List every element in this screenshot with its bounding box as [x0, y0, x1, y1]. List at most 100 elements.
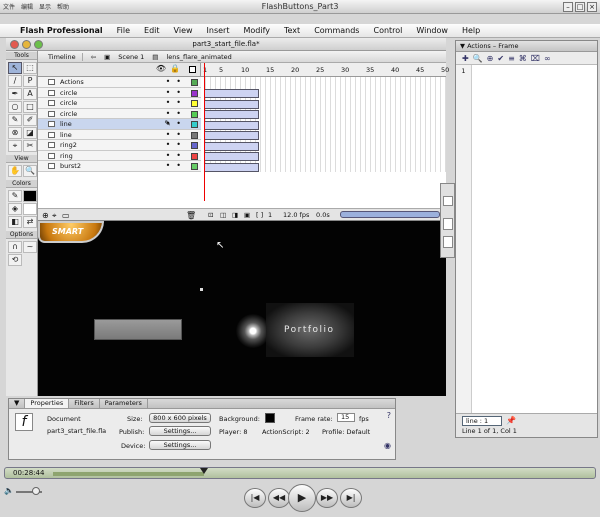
tween-span[interactable]: [204, 110, 259, 119]
tween-span[interactable]: [204, 163, 259, 172]
layer-toggle-dots[interactable]: ••: [166, 140, 187, 150]
close-button[interactable]: ×: [587, 2, 597, 12]
portfolio-button[interactable]: Portfolio: [266, 303, 354, 357]
tween-span[interactable]: [204, 89, 259, 98]
next-button[interactable]: ▶|: [340, 488, 362, 508]
default-colors-icon[interactable]: ◧: [8, 216, 22, 228]
panel-tab[interactable]: [443, 236, 453, 248]
layer-color-swatch[interactable]: [191, 110, 198, 118]
check-syntax-icon[interactable]: ✔: [497, 54, 504, 63]
brush-tool-icon[interactable]: ✐: [23, 114, 37, 126]
collapsed-panel[interactable]: [440, 183, 455, 258]
size-button[interactable]: 800 x 600 pixels: [149, 413, 211, 423]
stroke-swatch[interactable]: [23, 190, 37, 202]
outline-icon[interactable]: [189, 66, 196, 73]
device-settings-button[interactable]: Settings...: [149, 440, 211, 450]
menu-control[interactable]: Control: [373, 26, 402, 35]
script-assist-icon[interactable]: ∞: [544, 54, 551, 63]
actions-header[interactable]: ▼ Actions – Frame: [456, 41, 597, 52]
playback-head[interactable]: [200, 468, 209, 474]
layer-color-swatch[interactable]: [191, 131, 198, 139]
layer-toggle-dots[interactable]: ••: [166, 88, 187, 98]
hand-tool-icon[interactable]: ✋: [8, 165, 22, 177]
menu-file[interactable]: File: [117, 26, 130, 35]
layer-toggle-dots[interactable]: ••: [166, 161, 187, 171]
gray-button-shape[interactable]: [94, 319, 182, 340]
layer-color-swatch[interactable]: [191, 121, 198, 128]
layer-color-swatch[interactable]: [191, 89, 198, 97]
layer-toggle-dots[interactable]: ••: [166, 130, 187, 140]
smooth-icon[interactable]: ~: [23, 241, 37, 253]
layer-row[interactable]: burst2 ••: [38, 161, 201, 172]
add-layer-icon[interactable]: ⊕: [42, 211, 49, 220]
script-tab[interactable]: line : 1: [462, 416, 502, 426]
lock-icon[interactable]: 🔒: [170, 64, 180, 73]
layer-toggle-dots[interactable]: ••: [166, 77, 187, 87]
text-tool-icon[interactable]: A: [23, 88, 37, 100]
edit-multiple-icon[interactable]: ▣: [244, 211, 250, 219]
layer-row[interactable]: Actions ••: [38, 77, 201, 88]
menu-insert[interactable]: Insert: [207, 26, 230, 35]
lens-flare[interactable]: [236, 314, 270, 348]
layer-row[interactable]: ring ••: [38, 150, 201, 161]
breadcrumb-symbol[interactable]: lens_flare_animated: [166, 53, 231, 61]
expand-icon[interactable]: ◉: [384, 441, 391, 450]
frame-grid[interactable]: [201, 77, 446, 172]
player-scrub-bar[interactable]: 00:28:44: [4, 467, 596, 479]
eye-icon[interactable]: 👁: [156, 64, 166, 73]
pin-icon[interactable]: 📌: [506, 416, 516, 425]
timeline-scrollbar[interactable]: [340, 211, 440, 218]
breadcrumb-scene[interactable]: Scene 1: [118, 53, 144, 61]
publish-settings-button[interactable]: Settings...: [149, 426, 211, 436]
oval-tool-icon[interactable]: ○: [8, 101, 22, 113]
maximize-button[interactable]: □: [575, 2, 585, 12]
rectangle-tool-icon[interactable]: □: [23, 101, 37, 113]
pen-tool-icon[interactable]: ✒: [8, 88, 22, 100]
onion-outline-icon[interactable]: ◨: [232, 211, 238, 219]
collapse-arrow-icon[interactable]: ▼: [9, 399, 26, 408]
trash-icon[interactable]: 🗑: [186, 211, 196, 220]
back-arrow-icon[interactable]: ⇦: [91, 53, 96, 61]
layer-color-swatch[interactable]: [191, 100, 198, 107]
add-script-icon[interactable]: ✚: [462, 54, 469, 63]
frame-ruler[interactable]: 1 5 10 15 20 25 30 35 40 45 50: [201, 63, 449, 77]
menu-text[interactable]: Text: [284, 26, 300, 35]
layer-color-swatch[interactable]: [191, 163, 198, 170]
tween-span[interactable]: [204, 131, 259, 140]
background-swatch[interactable]: [265, 413, 275, 423]
help-icon[interactable]: ?: [387, 411, 391, 420]
swap-colors-icon[interactable]: ⇄: [23, 216, 37, 228]
menu-window[interactable]: Window: [416, 26, 448, 35]
layer-toggle-dots[interactable]: ••: [166, 98, 187, 108]
layer-row-selected[interactable]: line ✎ ••: [38, 119, 201, 130]
framerate-input[interactable]: 15: [337, 413, 355, 422]
layer-row[interactable]: circle ••: [38, 108, 201, 119]
tween-span[interactable]: [204, 142, 259, 151]
onion-markers-icon[interactable]: [ ]: [256, 211, 263, 219]
app-menu[interactable]: Flash Professional: [20, 26, 103, 35]
layer-row[interactable]: ring2 ••: [38, 140, 201, 151]
tween-span[interactable]: [204, 121, 259, 130]
onion-skin-icon[interactable]: ◫: [220, 211, 226, 219]
panel-tab[interactable]: [443, 196, 453, 206]
straighten-icon[interactable]: ⟲: [8, 254, 22, 266]
layer-color-swatch[interactable]: [191, 142, 198, 149]
panel-tab[interactable]: [443, 218, 453, 230]
fill-swatch[interactable]: [23, 203, 37, 215]
add-folder-icon[interactable]: ▭: [62, 211, 70, 220]
menu-view[interactable]: View: [174, 26, 193, 35]
fast-forward-button[interactable]: ▶▶: [316, 488, 338, 508]
tab-properties[interactable]: Properties: [25, 399, 70, 408]
pencil-tool-icon[interactable]: ✎: [8, 114, 22, 126]
tween-span[interactable]: [204, 100, 259, 109]
play-button[interactable]: ▶: [288, 484, 316, 512]
menu-edit[interactable]: Edit: [144, 26, 160, 35]
menu-commands[interactable]: Commands: [314, 26, 359, 35]
playhead[interactable]: [204, 63, 205, 201]
snap-magnet-icon[interactable]: ∩: [8, 241, 22, 253]
volume-knob[interactable]: [32, 487, 40, 495]
auto-format-icon[interactable]: ≡: [508, 54, 515, 63]
tab-parameters[interactable]: Parameters: [100, 399, 148, 408]
eraser-tool-icon[interactable]: ✂: [23, 140, 37, 152]
previous-button[interactable]: |◀: [244, 488, 266, 508]
